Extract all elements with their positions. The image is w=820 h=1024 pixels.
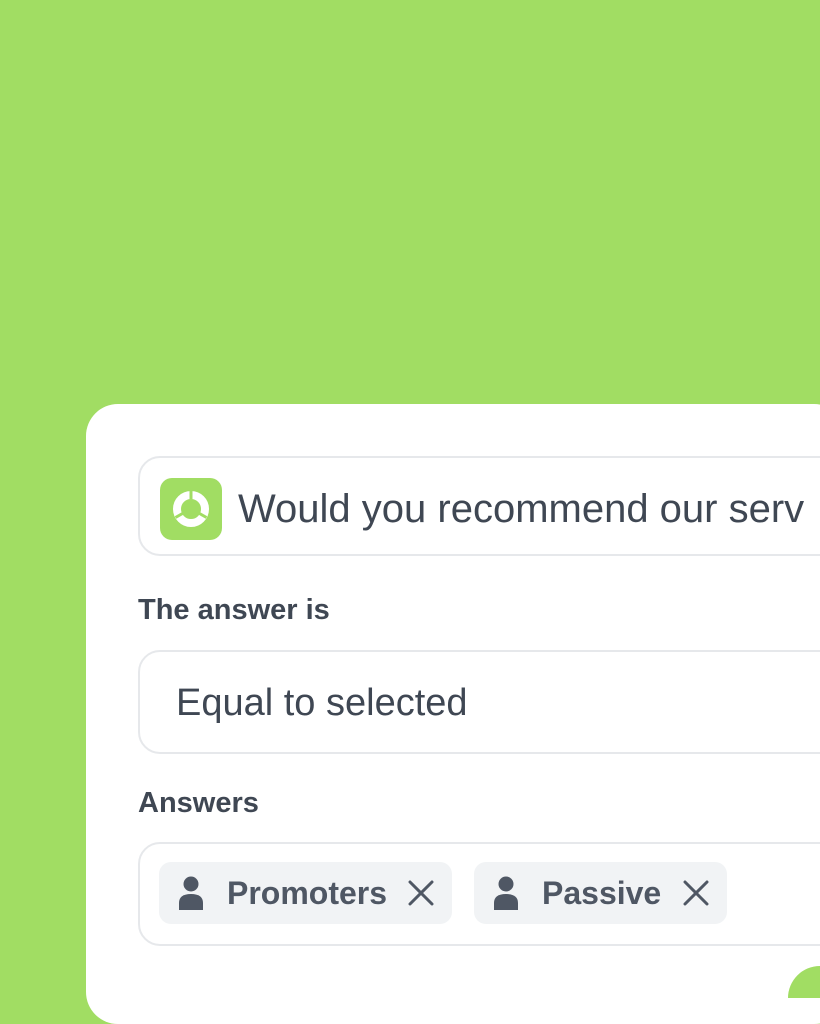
answers-multiselect[interactable]: Promoters Passive [138, 842, 820, 946]
user-icon [494, 876, 518, 910]
question-selector[interactable]: Would you recommend our serv [138, 456, 820, 556]
condition-value: Equal to selected [176, 682, 468, 724]
chip-label: Promoters [227, 875, 388, 911]
question-text: Would you recommend our serv [238, 487, 805, 531]
close-icon[interactable] [682, 879, 710, 907]
answer-chip-passive[interactable]: Passive [474, 862, 727, 924]
close-icon[interactable] [407, 879, 435, 907]
chip-label: Passive [542, 875, 662, 911]
condition-label: The answer is [138, 594, 330, 626]
user-icon [179, 876, 203, 910]
condition-card: Would you recommend our serv The answer … [86, 404, 820, 1024]
page: { "question": { "text": "Would you recom… [0, 0, 820, 1024]
answer-chip-promoters[interactable]: Promoters [159, 862, 452, 924]
answers-label: Answers [138, 787, 259, 819]
donut-chart-icon [160, 478, 222, 540]
donut-chart-svg [173, 491, 209, 527]
condition-select[interactable]: Equal to selected [138, 650, 820, 754]
